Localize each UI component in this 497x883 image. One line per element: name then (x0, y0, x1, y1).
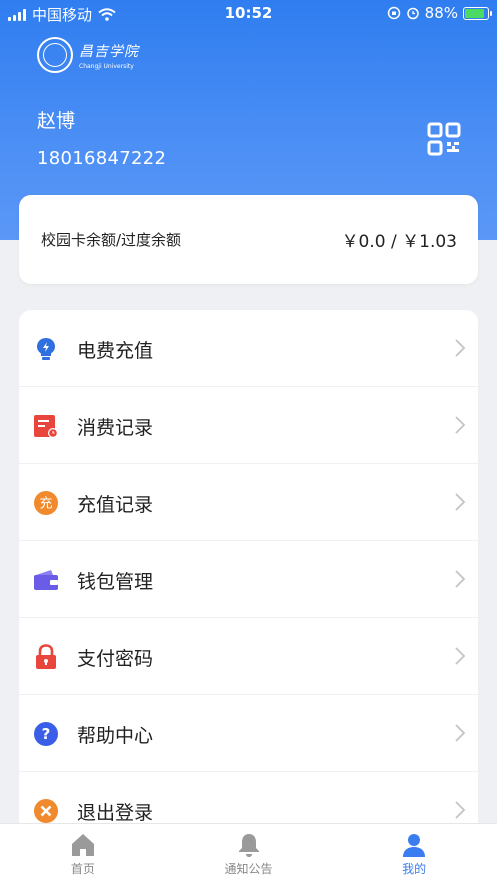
chevron-right-icon (455, 493, 466, 511)
status-right: 88% (387, 4, 492, 22)
alarm-icon (406, 7, 419, 20)
home-icon (71, 834, 94, 856)
function-menu: 电费充值 消费记录 充 充值记录 钱包管理 支付密码 ? 帮助中心 退出登录 (19, 310, 478, 850)
battery-icon (463, 6, 492, 20)
menu-item-recharge-history[interactable]: 充 充值记录 (19, 464, 478, 541)
lock-icon (36, 644, 56, 669)
chevron-right-icon (455, 339, 466, 357)
user-phone: 18016847222 (37, 148, 167, 169)
chevron-right-icon (455, 647, 466, 665)
school-seal-icon (37, 37, 73, 73)
menu-item-wallet[interactable]: 钱包管理 (19, 541, 478, 618)
menu-label: 充值记录 (77, 494, 154, 516)
wallet-icon (34, 570, 58, 590)
bulb-icon (37, 338, 55, 360)
menu-label: 帮助中心 (77, 725, 154, 747)
menu-item-payment-password[interactable]: 支付密码 (19, 618, 478, 695)
balance-label: 校园卡余额/过度余额 (41, 231, 182, 249)
help-icon: ? (34, 722, 58, 746)
recharge-icon: 充 (34, 491, 58, 515)
tab-label: 我的 (402, 862, 427, 876)
balance-values: ￥0.0 / ￥1.03 (341, 232, 457, 252)
menu-label: 电费充值 (77, 340, 154, 362)
help-icon-text: ? (42, 725, 51, 743)
user-name: 赵博 (37, 110, 76, 132)
school-logo: 昌吉学院 Changji University (37, 37, 139, 73)
menu-label: 退出登录 (77, 802, 154, 824)
menu-label: 支付密码 (77, 648, 154, 670)
tab-home[interactable]: 首页 (0, 824, 166, 883)
chevron-right-icon (455, 570, 466, 588)
chevron-right-icon (455, 801, 466, 819)
tab-notices[interactable]: 通知公告 (166, 824, 332, 883)
status-bar: 中国移动 10:52 88% (0, 0, 497, 28)
receipt-icon (34, 415, 58, 438)
orientation-lock-icon (387, 6, 400, 20)
menu-item-electricity[interactable]: 电费充值 (19, 310, 478, 387)
bell-icon (238, 834, 259, 857)
close-circle-icon (34, 799, 58, 823)
chevron-right-icon (455, 416, 466, 434)
user-icon (403, 834, 426, 857)
chevron-right-icon (455, 724, 466, 742)
tab-label: 首页 (70, 862, 95, 876)
logo-text-en: Changji University (79, 62, 134, 70)
menu-item-help-center[interactable]: ? 帮助中心 (19, 695, 478, 772)
balance-card[interactable]: 校园卡余额/过度余额 ￥0.0 / ￥1.03 (19, 195, 478, 284)
tab-label: 通知公告 (224, 862, 273, 876)
menu-label: 钱包管理 (77, 571, 154, 593)
logo-text-cn: 昌吉学院 (79, 43, 139, 60)
menu-item-consumption[interactable]: 消费记录 (19, 387, 478, 464)
bottom-tab-bar: 首页 通知公告 我的 (0, 823, 497, 883)
tab-mine[interactable]: 我的 (331, 824, 497, 883)
battery-percent: 88% (424, 4, 458, 22)
menu-label: 消费记录 (77, 417, 154, 439)
recharge-icon-text: 充 (39, 496, 52, 512)
qr-code-icon[interactable] (427, 122, 461, 156)
